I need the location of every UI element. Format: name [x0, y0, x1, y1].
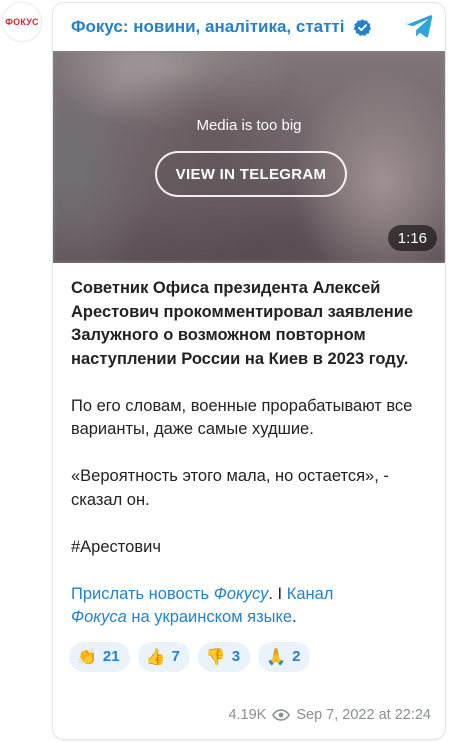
post-timestamp[interactable]: Sep 7, 2022 at 22:24	[296, 707, 431, 723]
reaction-folded-hands[interactable]: 🙏 2	[258, 641, 311, 672]
verified-badge-icon	[353, 18, 372, 37]
send-news-link-italic: Фокусу	[213, 584, 269, 603]
reaction-thumbs-up[interactable]: 👍 7	[137, 641, 190, 672]
reaction-count: 21	[102, 648, 120, 665]
telegram-post-card: Фокус: новини, аналітика, статті Media i…	[52, 2, 446, 740]
thumbs-down-icon: 👎	[205, 646, 226, 666]
post-footer: 4.19K Sep 7, 2022 at 22:24	[228, 707, 431, 723]
reaction-count: 3	[231, 648, 241, 665]
reactions-bar: 👏 21 👍 7 👎 3 🙏 2	[53, 641, 445, 672]
channel-link-suffix: на украинском языке	[126, 608, 293, 626]
clapping-hands-icon: 👏	[77, 646, 97, 666]
media-too-big-notice: Media is too big	[196, 117, 302, 134]
avatar-logo-text: ФОКУС	[5, 17, 39, 27]
reaction-thumbs-down[interactable]: 👎 3	[197, 641, 251, 672]
reaction-clap[interactable]: 👏 21	[69, 641, 130, 672]
post-headline: Советник Офиса президента Алексей Аресто…	[71, 279, 414, 368]
eye-icon	[272, 709, 291, 721]
telegram-plane-icon[interactable]	[405, 13, 433, 39]
post-paragraph-3: «Вероятность этого мала, но остается», -…	[71, 467, 389, 509]
channel-avatar[interactable]: ФОКУС	[2, 2, 42, 42]
folded-hands-icon: 🙏	[266, 646, 287, 666]
channel-link-prefix: Канал	[286, 584, 334, 603]
view-in-telegram-button[interactable]: VIEW IN TELEGRAM	[155, 151, 347, 197]
channel-link-italic: Фокуса	[71, 608, 127, 626]
send-news-link-prefix: Прислать новость	[71, 584, 214, 603]
channel-title-link[interactable]: Фокус: новини, аналітика, статті	[71, 17, 345, 37]
view-count: 4.19K	[228, 707, 267, 723]
link-separator: . I	[268, 584, 287, 603]
post-text: Советник Офиса президента Алексей Аресто…	[53, 263, 445, 630]
post-links: Прислать новость Фокусу. I Канал Фокуса н…	[71, 583, 427, 630]
reaction-count: 7	[171, 648, 180, 665]
post-header: Фокус: новини, аналітика, статті	[53, 3, 445, 51]
post-hashtag[interactable]: #Арестович	[71, 536, 427, 560]
post-paragraph-2: По его словам, военные прорабатывают все…	[71, 396, 413, 439]
thumbs-up-icon: 👍	[145, 646, 166, 666]
video-duration-badge: 1:16	[387, 225, 437, 251]
reaction-count: 2	[292, 648, 301, 665]
links-end-period: .	[292, 608, 297, 626]
video-preview: Media is too big VIEW IN TELEGRAM 1:16	[53, 51, 445, 263]
send-news-link[interactable]: Прислать новость Фокусу	[71, 585, 268, 603]
